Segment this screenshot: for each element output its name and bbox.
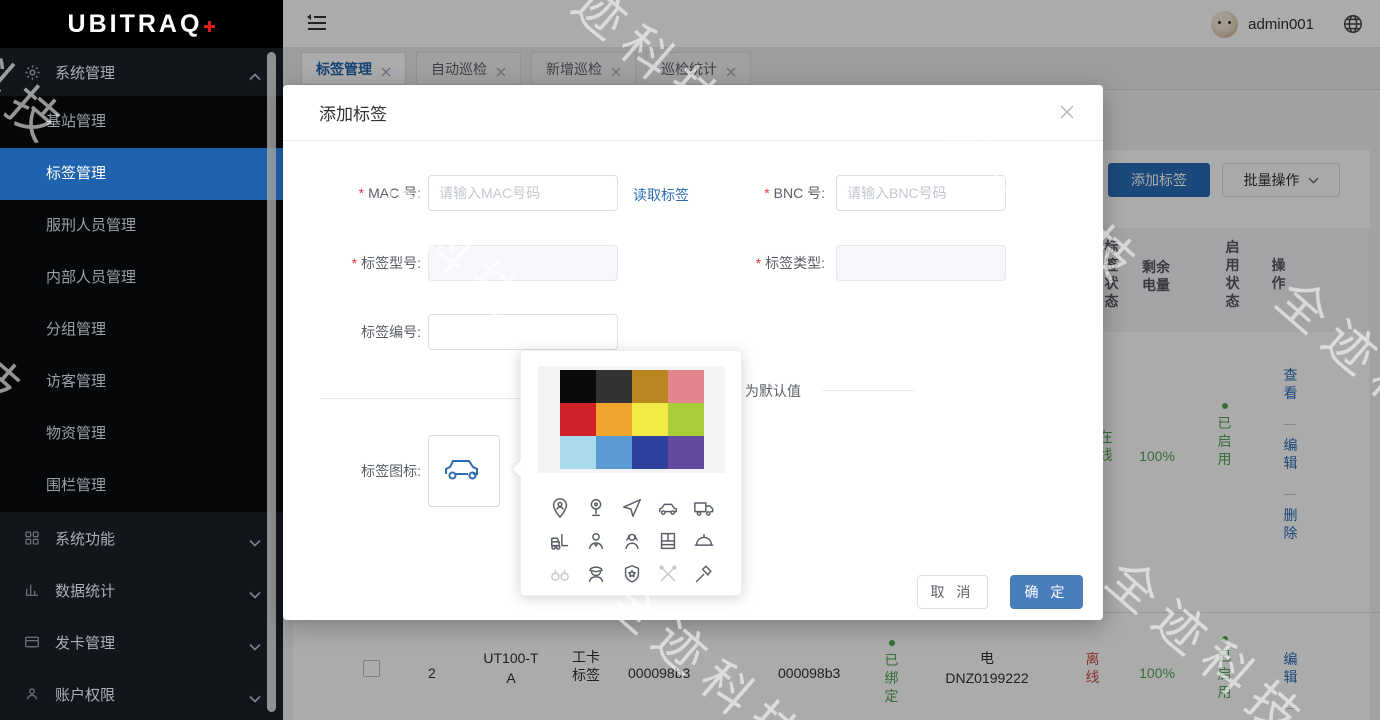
police-officer-icon[interactable]	[578, 557, 614, 590]
sidebar-group-data-statistics[interactable]: 数据统计	[0, 564, 283, 616]
color-swatch[interactable]	[560, 403, 596, 436]
female-worker-icon[interactable]	[614, 524, 650, 557]
sidebar-group-label: 账户权限	[55, 684, 249, 705]
color-swatch[interactable]	[668, 370, 704, 403]
mac-input[interactable]	[428, 175, 618, 211]
logo: UBITRAQ	[0, 0, 283, 48]
sidebar-group-label: 发卡管理	[55, 632, 249, 653]
sidebar-item-base-station[interactable]: 基站管理	[0, 96, 283, 148]
color-swatch[interactable]	[668, 436, 704, 469]
sidebar-item-visitor-management[interactable]: 访客管理	[0, 356, 283, 408]
handcuffs-icon[interactable]	[542, 557, 578, 590]
divider	[822, 390, 915, 391]
modal-title: 添加标签	[319, 100, 387, 125]
badge-icon[interactable]	[614, 557, 650, 590]
model-input[interactable]	[428, 245, 618, 281]
tag-icon-grid	[542, 491, 722, 590]
required-mark: *	[359, 185, 364, 201]
chevron-up-icon	[249, 68, 261, 76]
code-label: 标签编号:	[303, 314, 421, 350]
chevron-down-icon	[249, 534, 261, 542]
color-swatch-grid	[560, 370, 704, 469]
tools-icon[interactable]	[650, 557, 686, 590]
sidebar-item-internal-personnel[interactable]: 内部人员管理	[0, 252, 283, 304]
color-swatch[interactable]	[596, 403, 632, 436]
color-swatch[interactable]	[632, 370, 668, 403]
sidebar-scrollbar[interactable]	[267, 52, 276, 712]
navigation-arrow-icon[interactable]	[614, 491, 650, 524]
grid-icon	[24, 530, 41, 547]
truck-icon[interactable]	[686, 491, 722, 524]
sidebar-group-label: 系统管理	[55, 62, 249, 83]
bnc-label: *BNC 号:	[703, 175, 825, 211]
location-pin-icon[interactable]	[578, 491, 614, 524]
sidebar-item-tag-management[interactable]: 标签管理	[0, 148, 283, 200]
car-icon	[443, 456, 485, 487]
default-color-hint: 为默认值	[745, 381, 801, 401]
person-pin-icon[interactable]	[542, 491, 578, 524]
required-mark: *	[756, 255, 761, 271]
settings-icon	[24, 64, 41, 81]
mac-label: *MAC 号:	[303, 175, 421, 211]
sidebar-group-account-permissions[interactable]: 账户权限	[0, 668, 283, 720]
logo-text: UBITRAQ	[68, 10, 203, 39]
required-mark: *	[764, 185, 769, 201]
app-window: UBITRAQ 系统管理 基站管理 标签管理 服刑人员管理 内部人员管理 分组管…	[0, 0, 1380, 720]
type-label: *标签类型:	[703, 245, 825, 281]
user-icon	[24, 686, 41, 703]
chevron-down-icon	[249, 638, 261, 646]
color-swatch[interactable]	[560, 370, 596, 403]
sidebar: UBITRAQ 系统管理 基站管理 标签管理 服刑人员管理 内部人员管理 分组管…	[0, 0, 283, 720]
bnc-input[interactable]	[836, 175, 1006, 211]
color-swatch[interactable]	[632, 403, 668, 436]
type-input[interactable]	[836, 245, 1006, 281]
sidebar-group-system-management[interactable]: 系统管理	[0, 48, 283, 96]
sidebar-group-card-issuing[interactable]: 发卡管理	[0, 616, 283, 668]
code-input[interactable]	[428, 314, 618, 350]
divider	[320, 398, 520, 399]
color-icon-picker-popover	[520, 350, 742, 596]
card-icon	[24, 634, 41, 651]
read-tag-link[interactable]: 读取标签	[633, 185, 689, 205]
shelf-icon[interactable]	[650, 524, 686, 557]
sidebar-group-label: 系统功能	[55, 528, 249, 549]
sidebar-group-label: 数据统计	[55, 580, 249, 601]
color-swatch[interactable]	[596, 370, 632, 403]
hard-hat-icon[interactable]	[686, 524, 722, 557]
chevron-down-icon	[249, 690, 261, 698]
required-mark: *	[352, 255, 357, 271]
color-panel	[538, 366, 725, 473]
sidebar-item-grouping[interactable]: 分组管理	[0, 304, 283, 356]
modal-header: 添加标签	[283, 85, 1103, 141]
sidebar-item-fence-management[interactable]: 围栏管理	[0, 460, 283, 512]
close-icon[interactable]	[1059, 104, 1077, 122]
sidebar-item-assets-management[interactable]: 物资管理	[0, 408, 283, 460]
sidebar-item-prisoner-management[interactable]: 服刑人员管理	[0, 200, 283, 252]
chevron-down-icon	[249, 586, 261, 594]
confirm-button[interactable]: 确 定	[1010, 575, 1083, 609]
tag-icon-button[interactable]	[428, 435, 500, 507]
color-swatch[interactable]	[668, 403, 704, 436]
chart-icon	[24, 582, 41, 599]
car-icon[interactable]	[650, 491, 686, 524]
color-swatch[interactable]	[560, 436, 596, 469]
tag-icon-label: 标签图标:	[303, 453, 421, 489]
logo-spark-icon	[204, 19, 215, 37]
hammer-icon[interactable]	[686, 557, 722, 590]
cancel-button[interactable]: 取 消	[917, 575, 988, 609]
model-label: *标签型号:	[303, 245, 421, 281]
sidebar-group-system-functions[interactable]: 系统功能	[0, 512, 283, 564]
forklift-icon[interactable]	[542, 524, 578, 557]
color-swatch[interactable]	[596, 436, 632, 469]
male-worker-icon[interactable]	[578, 524, 614, 557]
sidebar-submenu: 基站管理 标签管理 服刑人员管理 内部人员管理 分组管理 访客管理 物资管理 围…	[0, 96, 283, 512]
color-swatch[interactable]	[632, 436, 668, 469]
